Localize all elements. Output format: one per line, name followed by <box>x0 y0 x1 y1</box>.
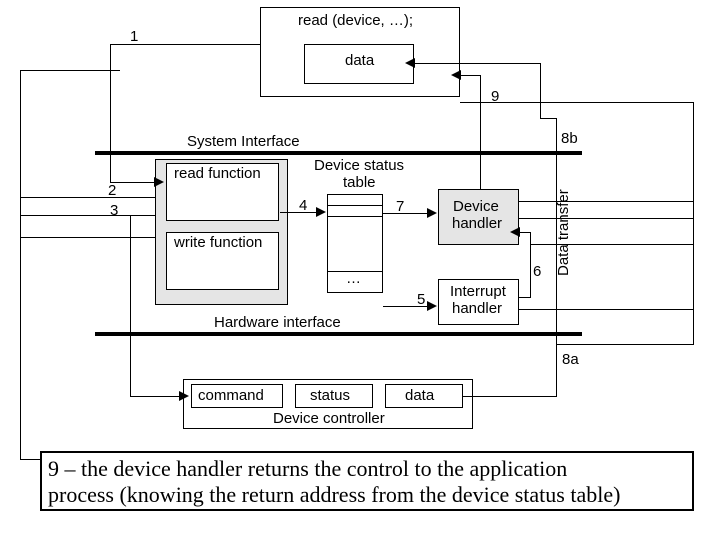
seg-cmdV <box>130 215 131 397</box>
seg-8a2 <box>556 118 557 397</box>
arrow-7 <box>427 208 437 218</box>
hardware-interface-label: Hardware interface <box>214 314 341 331</box>
status-table-ellipsis: … <box>346 270 361 287</box>
status-table-row-3 <box>327 216 383 272</box>
caption-line-1: 9 – the device handler returns the contr… <box>48 456 567 482</box>
system-interface-bar <box>95 151 582 155</box>
seg-cmdH <box>130 396 180 397</box>
seg-1a <box>110 44 260 45</box>
arrow-5 <box>427 301 437 311</box>
data-reg-label: data <box>405 387 434 404</box>
system-interface-label: System Interface <box>187 133 300 150</box>
status-table-label-2: table <box>343 174 376 191</box>
seg-8a1 <box>463 396 556 397</box>
device-handler-label-1: Device <box>453 198 499 215</box>
interrupt-handler-label-1: Interrupt <box>450 283 506 300</box>
step-1: 1 <box>130 28 138 45</box>
seg-outerL <box>20 70 21 460</box>
arrow-1 <box>154 177 164 187</box>
caption-line-2: process (knowing the return address from… <box>48 482 620 508</box>
step-3: 3 <box>110 202 118 219</box>
hl-r1 <box>518 201 693 202</box>
hl-rv <box>693 102 694 345</box>
hardware-interface-bar <box>95 332 582 336</box>
status-table-label-1: Device status <box>314 157 404 174</box>
device-controller-label: Device controller <box>273 410 385 427</box>
step-6: 6 <box>533 263 541 280</box>
hl-r2 <box>518 218 693 219</box>
seg-5 <box>383 306 428 307</box>
write-function-label: write function <box>174 234 262 251</box>
seg-7 <box>383 213 428 214</box>
seg-1c <box>110 182 155 183</box>
seg-1b <box>110 44 111 182</box>
arrow-9 <box>451 70 461 80</box>
seg-4 <box>280 212 318 213</box>
seg-6c <box>519 232 530 233</box>
device-handler-label-2: handler <box>452 215 502 232</box>
seg-8b1 <box>540 118 556 119</box>
seg-9b <box>460 75 480 76</box>
data-transfer-label: Data transfer <box>555 189 572 276</box>
seg-3a <box>20 215 155 216</box>
step-8b: 8b <box>561 130 578 147</box>
read-function-label: read function <box>174 165 261 182</box>
seg-3b <box>20 237 155 238</box>
syscall-text: read (device, …); <box>298 12 413 29</box>
seg-6a <box>519 297 530 298</box>
seg-9a <box>480 75 481 189</box>
status-reg-label: status <box>310 387 350 404</box>
interrupt-handler-label-2: handler <box>452 300 502 317</box>
arrow-cmd <box>179 391 189 401</box>
seg-2 <box>20 197 155 198</box>
seg-6b <box>530 232 531 298</box>
command-reg-label: command <box>198 387 264 404</box>
hl-r6 <box>460 102 693 103</box>
app-data-label: data <box>345 52 374 69</box>
seg-8b3 <box>414 63 540 64</box>
arrow-4 <box>316 207 326 217</box>
hl-r4 <box>518 309 693 310</box>
seg-outerT <box>20 70 120 71</box>
step-8a: 8a <box>562 351 579 368</box>
diagram-root: read (device, …); data System Interface … <box>0 0 720 540</box>
hl-r5 <box>556 344 693 345</box>
arrow-6 <box>510 227 520 237</box>
arrow-8b <box>405 58 415 68</box>
hl-r3 <box>530 244 693 245</box>
seg-8b2 <box>540 63 541 119</box>
